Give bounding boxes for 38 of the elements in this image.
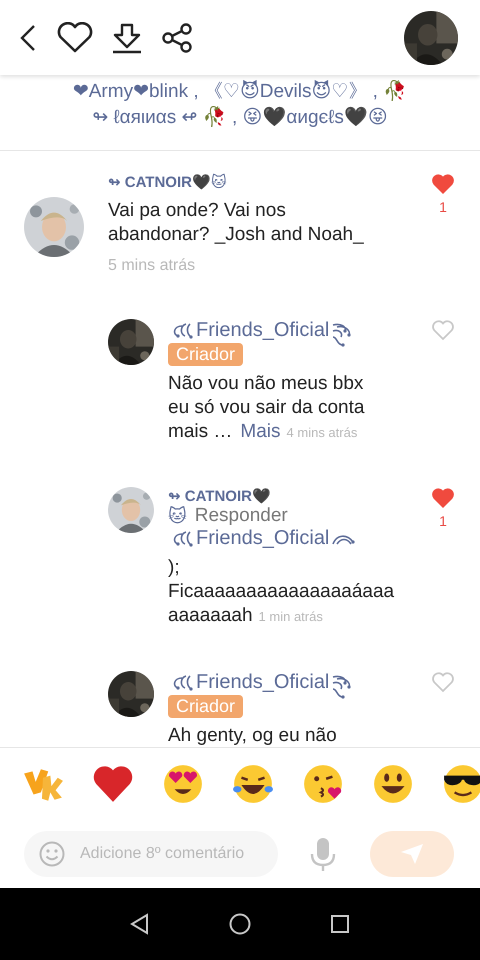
back-icon[interactable] bbox=[128, 913, 151, 935]
sunglasses-face-icon[interactable] bbox=[442, 763, 480, 805]
comment-text: Vai pa onde? Vai nos bbox=[108, 200, 286, 221]
reply-label: Responder bbox=[194, 505, 288, 527]
author-name[interactable]: ↬ CATNOIR🖤🐱 bbox=[108, 173, 227, 191]
comment-text: aaaaaaah bbox=[168, 605, 253, 626]
author-name[interactable]: Friends_Oficial bbox=[196, 319, 330, 342]
timestamp: 4 mins atrás bbox=[286, 425, 358, 440]
comment-text: mais … bbox=[168, 421, 232, 442]
comment-text: Ah genty, og eu não bbox=[168, 725, 337, 746]
like-count: 1 bbox=[439, 199, 447, 215]
send-icon bbox=[399, 842, 425, 866]
share-icon[interactable] bbox=[160, 22, 194, 52]
timestamp: 5 mins atrás bbox=[108, 257, 196, 275]
heart-eyes-icon[interactable] bbox=[162, 763, 204, 805]
bio-text: ❤Army❤blink , 《♡😈Devils😈♡》 , 🥀 bbox=[72, 79, 408, 104]
heart-icon[interactable] bbox=[56, 22, 94, 54]
comment-text: Ficaaaaaaaaaaaaaaaáaaa bbox=[168, 581, 394, 602]
creator-badge: Criador bbox=[168, 343, 244, 366]
author-name: 🐱 bbox=[168, 506, 187, 526]
creator-badge: Criador bbox=[168, 695, 244, 718]
laughing-face-icon[interactable] bbox=[232, 763, 274, 805]
like-count: 1 bbox=[439, 513, 447, 529]
mention-name[interactable]: Friends_Oficial bbox=[196, 527, 330, 550]
bio-text: ↬ ℓαяιиαѕ ↫ 🥀 , 😝🖤αиgєℓѕ🖤😝 bbox=[92, 105, 388, 130]
comment-text: eu só vou sair da conta bbox=[168, 397, 364, 418]
timestamp: 1 min atrás bbox=[258, 609, 323, 624]
recents-icon[interactable] bbox=[329, 913, 352, 935]
comment-text: ); bbox=[168, 557, 180, 578]
home-icon[interactable] bbox=[228, 912, 252, 936]
comment-text: Não vou não meus bbx bbox=[168, 373, 364, 394]
author-name[interactable]: Friends_Oficial bbox=[196, 671, 330, 694]
author-name[interactable]: ↬ CATNOIR🖤 bbox=[168, 487, 271, 505]
comment-text: abandonar? _Josh and Noah_ bbox=[108, 224, 364, 245]
kissing-face-icon[interactable] bbox=[302, 763, 344, 805]
more-link[interactable]: Mais bbox=[240, 421, 281, 442]
comment-field[interactable]: Adicione 8º comentário bbox=[24, 831, 278, 877]
smiling-face-icon[interactable] bbox=[372, 763, 414, 805]
